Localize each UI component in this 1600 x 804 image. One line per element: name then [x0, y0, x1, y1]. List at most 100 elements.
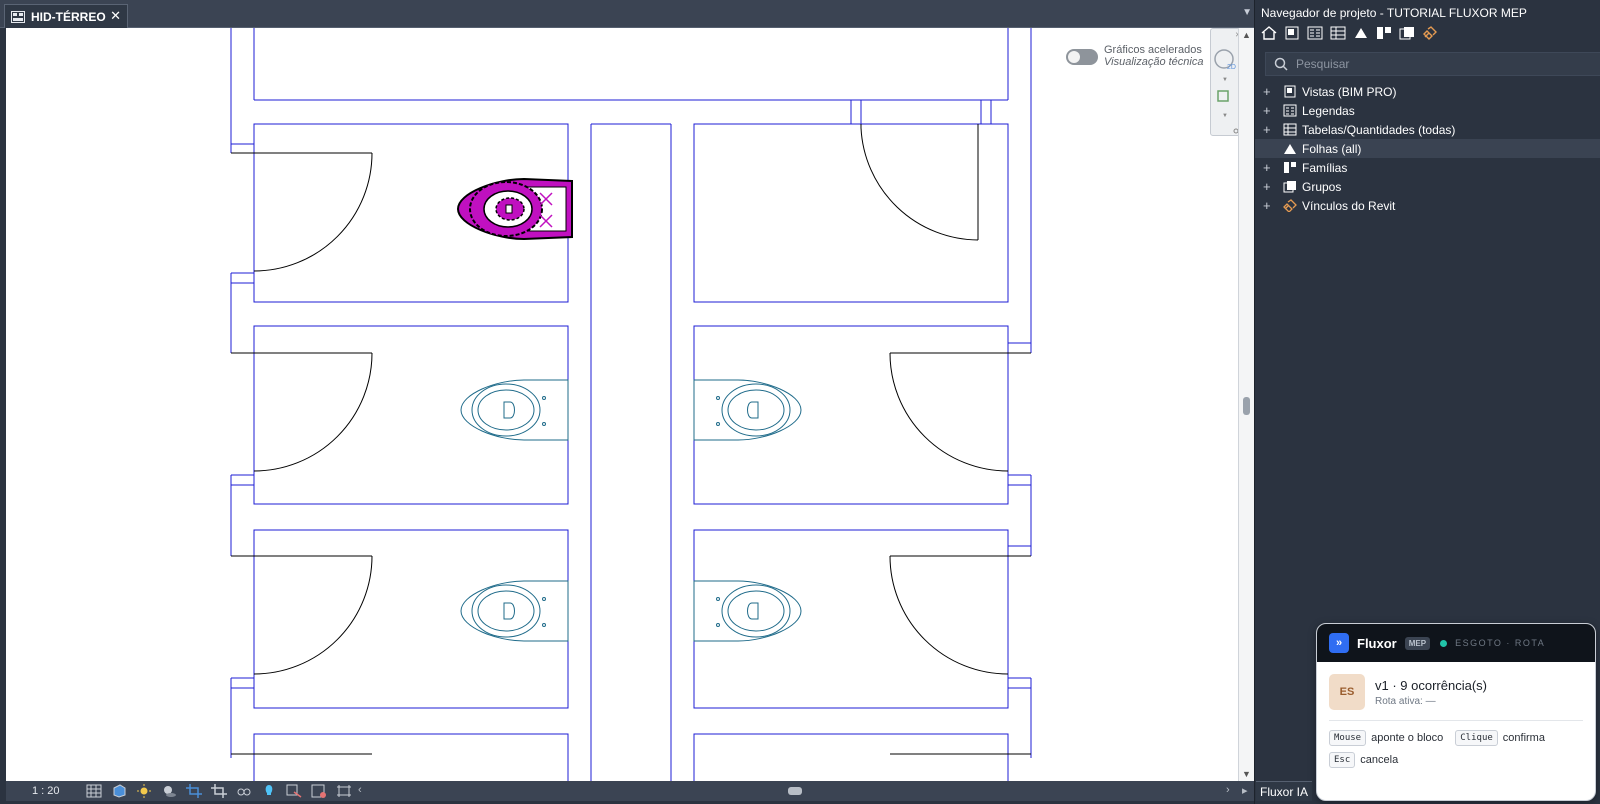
reveal-hidden-icon[interactable] — [261, 784, 277, 798]
tree-item-label: Grupos — [1302, 179, 1342, 194]
key-mouse: Mouse — [1329, 730, 1367, 746]
crop-view-icon[interactable] — [185, 784, 202, 798]
chevron-left-icon[interactable]: ‹ — [358, 784, 362, 796]
fluxor-info: v1 · 9 ocorrência(s) Rota ativa: — — [1375, 678, 1487, 707]
svg-text:▼: ▼ — [1222, 77, 1228, 83]
sun-path-icon[interactable] — [136, 784, 152, 798]
door-swings — [231, 124, 1031, 755]
schedules-icon[interactable] — [1330, 26, 1346, 40]
svg-text:2D: 2D — [1227, 64, 1236, 71]
toggle-switch[interactable] — [1066, 49, 1098, 65]
highlight-displacement-icon[interactable] — [336, 784, 352, 798]
hint-click: confirma — [1502, 732, 1545, 744]
tree-item-label: Vínculos do Revit — [1302, 198, 1396, 213]
tab-hid-terreo[interactable]: HID-TÉRREO ✕ — [4, 4, 128, 28]
browser-search[interactable] — [1265, 52, 1600, 76]
fluxor-version-line: v1 · 9 ocorrência(s) — [1375, 677, 1487, 693]
toilet-fixture — [693, 379, 802, 441]
navigation-bar-icons: ✕ 2D ▼ ▼ — [1214, 32, 1238, 134]
revit-links-icon — [1283, 199, 1297, 212]
detail-level-icon[interactable] — [86, 784, 102, 798]
status-dot-icon — [1440, 639, 1448, 647]
floor-plan-drawing[interactable] — [6, 28, 1238, 781]
search-icon — [1274, 57, 1288, 71]
accelerated-graphics-label: Gráficos acelerados — [1104, 44, 1202, 56]
fluxor-occurrence-row: ES v1 · 9 ocorrência(s) Rota ativa: — — [1329, 674, 1583, 721]
home-icon[interactable] — [1261, 26, 1277, 40]
expand-icon[interactable]: + — [1263, 179, 1277, 194]
groups-icon[interactable] — [1399, 26, 1415, 40]
view-tab-bar: HID-TÉRREO ✕ ▼ — [0, 0, 1254, 28]
search-input[interactable] — [1296, 57, 1576, 71]
toilet-fixture — [460, 379, 569, 441]
tree-item-vistas-bim-pro[interactable]: + Vistas (BIM PRO) — [1255, 82, 1600, 101]
views-icon — [1284, 85, 1296, 98]
tab-label: HID-TÉRREO — [31, 9, 106, 24]
link-icon[interactable] — [1422, 26, 1438, 40]
view-control-bar: 1 : 20 ‹ › ▸ — [6, 781, 1254, 801]
fluxor-header: » Fluxor MEP ESGOTO · ROTA — [1317, 624, 1595, 662]
sheets-icon[interactable] — [1353, 26, 1369, 40]
families-icon[interactable] — [1376, 26, 1392, 40]
tree-item-grupos[interactable]: + Grupos — [1255, 177, 1600, 196]
hint-esc: cancela — [1360, 754, 1399, 766]
crop-region-icon[interactable] — [210, 784, 227, 798]
legends-icon — [1283, 104, 1297, 117]
tree-item-label: Famílias — [1302, 160, 1348, 175]
tab-menu-icon[interactable]: ▼ — [1242, 7, 1252, 18]
scroll-right-icon[interactable]: ▸ — [1242, 784, 1248, 797]
tab-fluxor-ia[interactable]: Fluxor IA — [1256, 781, 1312, 801]
expand-icon[interactable]: + — [1263, 198, 1277, 213]
scroll-up-icon[interactable]: ▲ — [1242, 30, 1251, 40]
tree-item-v-nculos-do-revit[interactable]: + Vínculos do Revit — [1255, 196, 1600, 215]
tree-item-folhas-all[interactable]: Folhas (all) — [1255, 139, 1600, 158]
expand-icon[interactable]: + — [1263, 103, 1277, 118]
families-icon — [1284, 162, 1296, 173]
temporary-properties-icon[interactable] — [286, 784, 302, 798]
drawing-canvas[interactable]: Gráficos acelerados Visualização técnica… — [6, 28, 1238, 781]
selected-toilet-fixture — [456, 177, 573, 241]
view-scale[interactable]: 1 : 20 — [32, 785, 60, 797]
visual-style-label: Visualização técnica — [1104, 56, 1204, 68]
project-browser-title: Navegador de projeto - TUTORIAL FLUXOR M… — [1261, 6, 1527, 20]
horizontal-scroll-thumb[interactable] — [788, 787, 802, 795]
fluxor-hints: Mouse aponte o bloco Clique confirma Esc… — [1329, 730, 1583, 768]
sheets-icon — [1284, 144, 1296, 154]
fluxor-panel: » Fluxor MEP ESGOTO · ROTA ES v1 · 9 oco… — [1316, 623, 1596, 801]
scroll-thumb[interactable] — [1243, 397, 1250, 415]
legends-icon[interactable] — [1307, 26, 1323, 40]
views-icon[interactable] — [1284, 26, 1300, 40]
tree-item-tabelas-quantidades-todas[interactable]: + Tabelas/Quantidades (todas) — [1255, 120, 1600, 139]
zoom-icon — [1217, 90, 1229, 102]
tree-item-label: Vistas (BIM PRO) — [1302, 84, 1397, 99]
fluxor-badge: MEP — [1404, 636, 1431, 650]
fluxor-active-route: Rota ativa: — — [1375, 695, 1436, 707]
avatar: ES — [1329, 674, 1365, 710]
temporary-hide-icon[interactable] — [236, 784, 252, 798]
groups-icon — [1283, 181, 1296, 193]
schedules-icon — [1283, 123, 1297, 136]
floor-plan-icon — [11, 10, 25, 23]
expand-icon[interactable]: + — [1263, 84, 1277, 99]
vertical-scrollbar[interactable]: ▲ ▼ — [1238, 28, 1254, 781]
expand-icon[interactable]: + — [1263, 122, 1277, 137]
navigation-bar[interactable]: ✕ 2D ▼ ▼ — [1210, 28, 1238, 136]
fluxor-body: ES v1 · 9 ocorrência(s) Rota ativa: — Mo… — [1317, 662, 1595, 768]
visual-style-icon[interactable] — [111, 784, 127, 798]
close-icon[interactable]: ✕ — [110, 8, 121, 24]
fluxor-title: Fluxor — [1357, 635, 1397, 651]
analytical-model-icon[interactable] — [311, 784, 327, 798]
tree-item-legendas[interactable]: + Legendas — [1255, 101, 1600, 120]
scroll-down-icon[interactable]: ▼ — [1242, 769, 1251, 779]
tree-item-label: Folhas (all) — [1302, 141, 1362, 156]
chevron-right-icon[interactable]: › — [1226, 784, 1230, 796]
expand-icon[interactable]: + — [1263, 160, 1277, 175]
key-esc: Esc — [1329, 752, 1356, 768]
browser-toolbar — [1261, 26, 1445, 40]
walls — [230, 28, 1032, 781]
accelerated-graphics-toggle[interactable]: Gráficos acelerados Visualização técnica — [1066, 44, 1203, 68]
tree-item-fam-lias[interactable]: + Famílias — [1255, 158, 1600, 177]
shadows-icon[interactable] — [161, 784, 177, 798]
toilet-fixture — [460, 580, 569, 642]
toilet-fixture — [693, 580, 802, 642]
